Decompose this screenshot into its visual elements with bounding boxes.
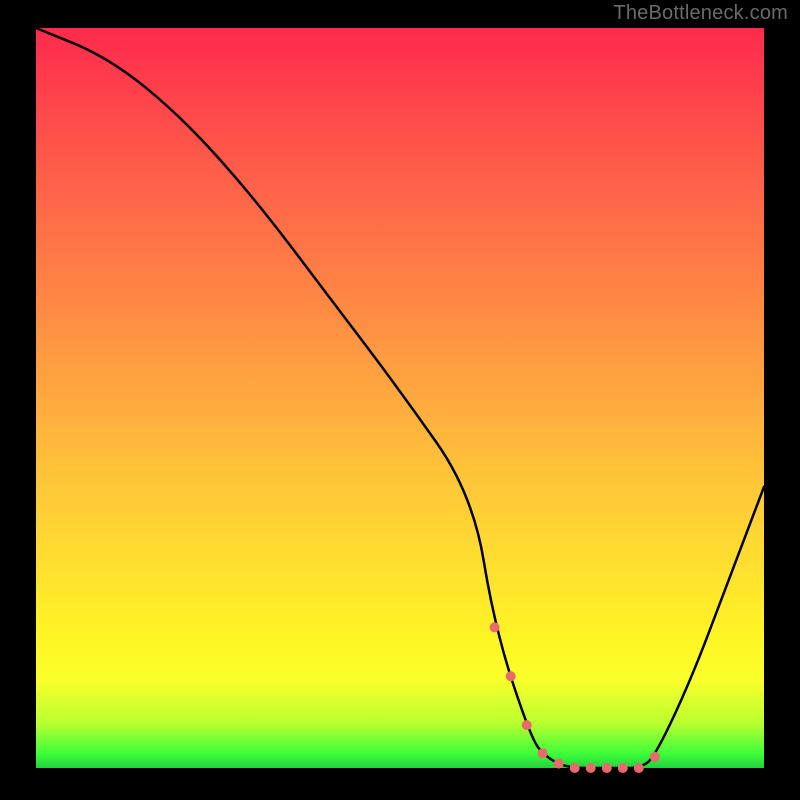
bottleneck-curve-line xyxy=(36,28,764,768)
valley-marker xyxy=(554,759,564,769)
valley-marker xyxy=(522,720,532,730)
watermark-text: TheBottleneck.com xyxy=(613,2,788,25)
valley-marker xyxy=(650,752,660,762)
valley-marker xyxy=(506,671,516,681)
chart-frame: TheBottleneck.com xyxy=(0,0,800,800)
plot-area xyxy=(36,28,764,768)
chart-svg xyxy=(36,28,764,768)
valley-marker xyxy=(634,763,644,773)
valley-marker xyxy=(570,763,580,773)
valley-marker xyxy=(586,763,596,773)
valley-marker xyxy=(618,763,628,773)
valley-marker xyxy=(490,622,500,632)
valley-marker xyxy=(602,763,612,773)
marker-band xyxy=(490,622,660,773)
valley-marker xyxy=(538,748,548,758)
